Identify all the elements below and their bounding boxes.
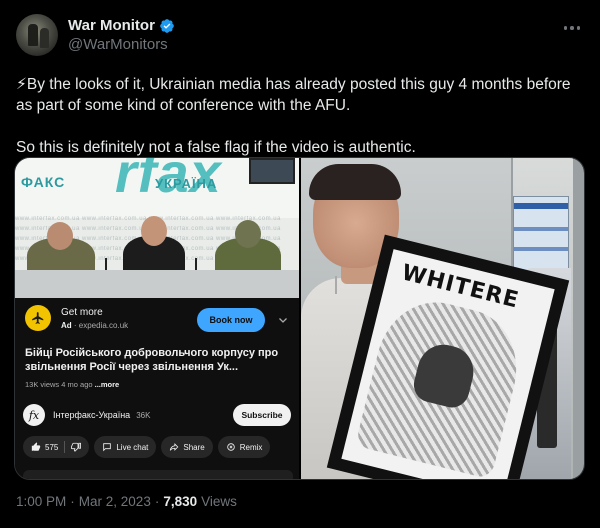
- video-meta-text: 13K views 4 mo ago: [25, 380, 95, 389]
- display-name[interactable]: War Monitor: [68, 17, 155, 34]
- tweet-header: War Monitor @WarMonitors: [16, 14, 584, 62]
- more-options-icon[interactable]: [560, 18, 584, 38]
- more-link[interactable]: ...more: [95, 380, 120, 389]
- book-now-button[interactable]: Book now: [197, 308, 265, 332]
- views-count: 7,830: [163, 494, 198, 509]
- media-image-right[interactable]: WHITERE: [301, 158, 584, 479]
- share-label: Share: [183, 442, 205, 452]
- poster-stripe: [514, 227, 568, 231]
- poster-stripe: [514, 203, 568, 209]
- comments-bar[interactable]: [23, 470, 293, 479]
- video-frame: rfax ФАКС УКРАЇНА www.interfax.com.ua ww…: [15, 158, 299, 298]
- divider: [64, 441, 66, 453]
- framed-picture-canvas: WHITERE: [341, 249, 555, 479]
- thumbs-down-icon: [71, 442, 82, 452]
- like-count: 575: [45, 442, 59, 452]
- live-chat-button[interactable]: Live chat: [94, 436, 157, 458]
- person-head: [47, 222, 73, 250]
- avatar-figure: [28, 24, 38, 46]
- channel-logo[interactable]: fx: [23, 404, 45, 426]
- name-row: War Monitor: [68, 17, 175, 34]
- info-poster: [513, 196, 569, 276]
- video-meta: 13K views 4 mo ago ...more: [25, 380, 119, 389]
- dot: [570, 26, 574, 30]
- verified-badge-icon: [160, 18, 174, 33]
- tv-monitor: [249, 158, 295, 184]
- live-chat-label: Live chat: [116, 442, 149, 452]
- media-grid: rfax ФАКС УКРАЇНА www.interfax.com.ua ww…: [14, 157, 585, 480]
- brand-left-text: ФАКС: [21, 174, 66, 190]
- channel-subscribers: 36K: [136, 410, 151, 420]
- media-image-left[interactable]: rfax ФАКС УКРАЇНА www.interfax.com.ua ww…: [15, 158, 299, 479]
- chevron-down-icon[interactable]: [277, 314, 289, 326]
- poster-stripe: [514, 247, 568, 251]
- views-label: Views: [201, 494, 237, 509]
- video-title[interactable]: Бійці Російського добровольчого корпусу …: [25, 346, 293, 374]
- ad-text: Get more Ad · expedia.co.uk: [61, 307, 128, 330]
- tweet-time[interactable]: 1:00 PM: [16, 494, 66, 509]
- separator-dot: ·: [70, 494, 75, 509]
- video-actions: 575 Live chat Share Remix: [23, 436, 271, 458]
- remix-label: Remix: [239, 442, 263, 452]
- dot: [563, 26, 568, 30]
- remix-icon: [227, 443, 235, 451]
- remix-button[interactable]: Remix: [217, 436, 271, 458]
- author-names: War Monitor @WarMonitors: [68, 14, 175, 53]
- ad-domain: expedia.co.uk: [78, 320, 129, 330]
- share-icon: [170, 443, 179, 451]
- tweet-date[interactable]: Mar 2, 2023: [79, 494, 151, 509]
- tweet-footer: 1:00 PM · Mar 2, 2023 · 7,830 Views: [16, 494, 237, 509]
- person-head-masked: [235, 220, 261, 248]
- man-hair: [309, 164, 401, 200]
- handle[interactable]: @WarMonitors: [68, 36, 175, 53]
- ad-title: Get more: [61, 306, 103, 318]
- channel-name[interactable]: Інтерфакс-Україна: [53, 410, 130, 420]
- avatar-figure: [40, 28, 49, 48]
- subscribe-button[interactable]: Subscribe: [233, 404, 291, 426]
- plane-icon: [25, 305, 51, 331]
- brand-right-text: УКРАЇНА: [155, 176, 218, 191]
- person-head: [141, 216, 167, 246]
- dot: [576, 26, 581, 30]
- like-dislike-button[interactable]: 575: [23, 436, 90, 458]
- desk: [15, 270, 299, 298]
- share-button[interactable]: Share: [161, 436, 213, 458]
- ad-badge: Ad: [61, 320, 72, 330]
- ad-subline: Ad · expedia.co.uk: [61, 320, 129, 330]
- tweet-text: ⚡By the looks of it, Ukrainian media has…: [16, 76, 571, 156]
- separator-dot: ·: [154, 494, 160, 509]
- thumbs-up-icon: [31, 442, 41, 451]
- avatar[interactable]: [16, 14, 58, 56]
- chat-icon: [103, 443, 112, 452]
